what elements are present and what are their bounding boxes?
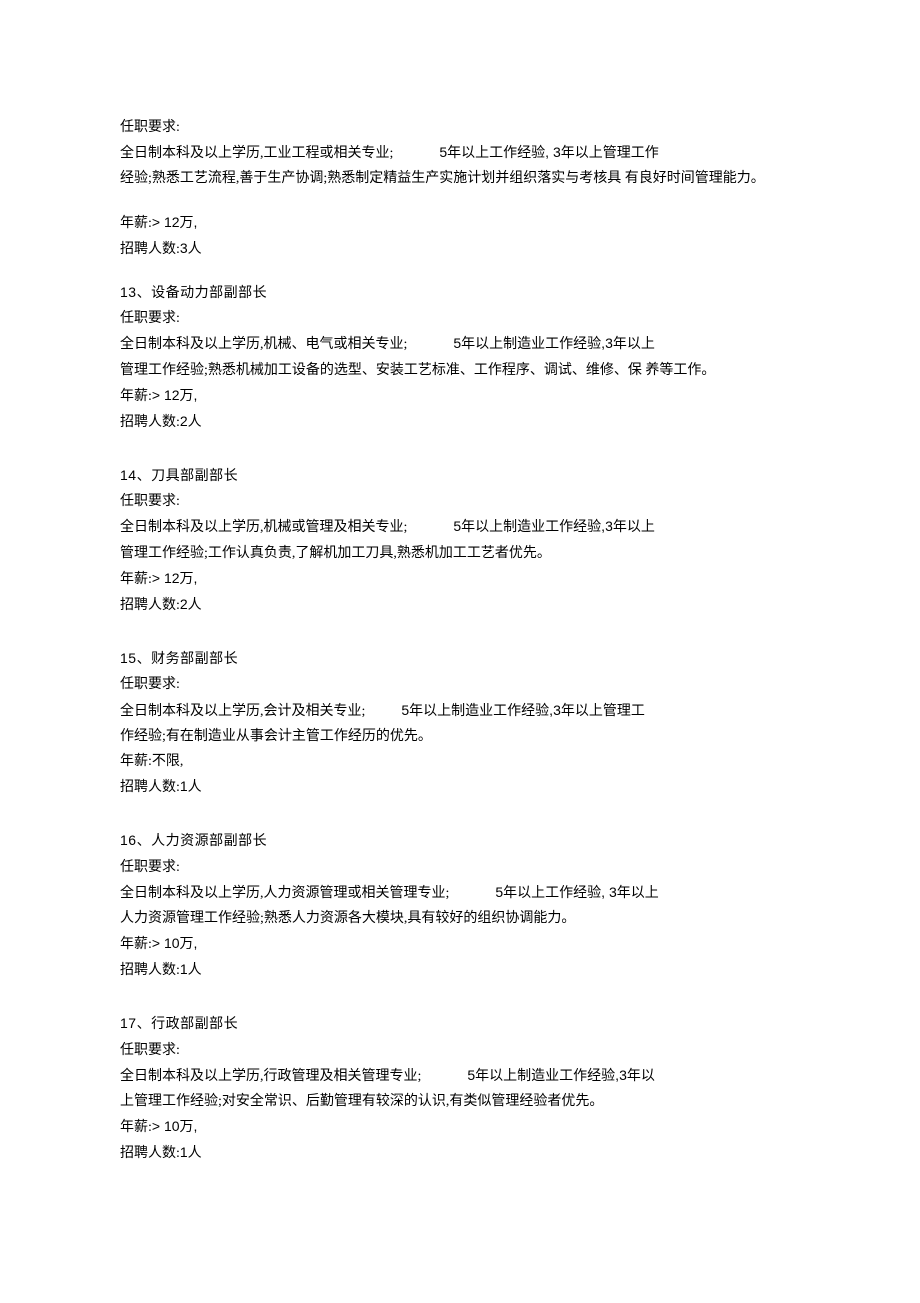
count-label: 招聘人数:	[120, 598, 180, 613]
salary-label: 年薪:	[120, 216, 152, 231]
salary-label: 年薪:	[120, 937, 152, 952]
job-number: 14、	[120, 467, 151, 483]
count-value: 1人	[180, 778, 202, 794]
count-line: 招聘人数:1人	[120, 774, 800, 800]
count-label: 招聘人数:	[120, 415, 180, 430]
job-name: 设备动力部副部长	[151, 286, 267, 301]
requirements-line2: 管理工作经验;熟悉机械加工设备的选型、安装工艺标准、工作程序、调试、维修、保 养…	[120, 358, 800, 383]
job-13-section: 13、设备动力部副部长 任职要求: 全日制本科及以上学历,机械、电气或相关专业;…	[120, 280, 800, 435]
job-name: 财务部副部长	[151, 652, 238, 667]
req-text-a: 全日制本科及以上学历,工业工程或相关专业;	[120, 146, 393, 161]
job-name: 行政部副部长	[151, 1017, 238, 1032]
salary-value: 不限,	[152, 754, 184, 769]
salary-label: 年薪:	[120, 754, 152, 769]
salary-line: 年薪:> 10万,	[120, 931, 800, 957]
job-number: 17、	[120, 1015, 151, 1031]
req-text-b: 5年以上制造业工作经验,3年以	[467, 1067, 654, 1083]
job-number: 15、	[120, 650, 151, 666]
salary-label: 年薪:	[120, 1120, 152, 1135]
requirements-line2: 上管理工作经验;对安全常识、后勤管理有较深的认识,有类似管理经验者优先。	[120, 1089, 800, 1114]
count-value: 1人	[180, 961, 202, 977]
count-label: 招聘人数:	[120, 1146, 180, 1161]
requirements-line1: 全日制本科及以上学历,机械、电气或相关专业; 5年以上制造业工作经验,3年以上	[120, 331, 800, 357]
job-16-section: 16、人力资源部副部长 任职要求: 全日制本科及以上学历,人力资源管理或相关管理…	[120, 828, 800, 983]
req-text-b: 5年以上制造业工作经验,3年以上	[453, 518, 654, 534]
count-line: 招聘人数:1人	[120, 1140, 800, 1166]
count-value: 2人	[180, 413, 202, 429]
salary-value: > 12万,	[152, 214, 198, 230]
salary-value: > 10万,	[152, 935, 198, 951]
requirements-label: 任职要求:	[120, 855, 800, 880]
req-text-a: 全日制本科及以上学历,机械、电气或相关专业;	[120, 337, 407, 352]
req-text-b: 5年以上工作经验, 3年以上管理工作	[439, 144, 658, 160]
job-15-section: 15、财务部副部长 任职要求: 全日制本科及以上学历,会计及相关专业; 5年以上制…	[120, 646, 800, 800]
job-title: 14、刀具部副部长	[120, 463, 800, 489]
count-label: 招聘人数:	[120, 780, 180, 795]
count-label: 招聘人数:	[120, 963, 180, 978]
job-name: 刀具部副部长	[151, 469, 238, 484]
requirements-label: 任职要求:	[120, 306, 800, 331]
req-text-b: 5年以上工作经验, 3年以上	[495, 884, 658, 900]
job-12-section: 任职要求: 全日制本科及以上学历,工业工程或相关专业; 5年以上工作经验, 3年以…	[120, 115, 800, 262]
req-text-a: 全日制本科及以上学历,会计及相关专业;	[120, 704, 365, 719]
count-label: 招聘人数:	[120, 242, 180, 257]
job-title: 17、行政部副部长	[120, 1011, 800, 1037]
count-line: 招聘人数:2人	[120, 592, 800, 618]
job-title: 15、财务部副部长	[120, 646, 800, 672]
req-text-b: 5年以上制造业工作经验,3年以上管理工	[401, 702, 644, 718]
salary-line: 年薪:> 10万,	[120, 1114, 800, 1140]
req-text-b: 5年以上制造业工作经验,3年以上	[453, 335, 654, 351]
requirements-line1: 全日制本科及以上学历,人力资源管理或相关管理专业; 5年以上工作经验, 3年以上	[120, 880, 800, 906]
job-title: 13、设备动力部副部长	[120, 280, 800, 306]
count-line: 招聘人数:2人	[120, 409, 800, 435]
count-value: 2人	[180, 596, 202, 612]
requirements-line2: 人力资源管理工作经验;熟悉人力资源各大模块,具有较好的组织协调能力。	[120, 906, 800, 931]
job-14-section: 14、刀具部副部长 任职要求: 全日制本科及以上学历,机械或管理及相关专业; 5年…	[120, 463, 800, 618]
salary-line: 年薪:> 12万,	[120, 566, 800, 592]
requirements-line1: 全日制本科及以上学历,会计及相关专业; 5年以上制造业工作经验,3年以上管理工	[120, 698, 800, 724]
job-number: 13、	[120, 284, 151, 300]
req-text-a: 全日制本科及以上学历,机械或管理及相关专业;	[120, 520, 407, 535]
job-title: 16、人力资源部副部长	[120, 828, 800, 854]
salary-value: > 12万,	[152, 387, 198, 403]
requirements-label: 任职要求:	[120, 489, 800, 514]
req-text-a: 全日制本科及以上学历,人力资源管理或相关管理专业;	[120, 886, 449, 901]
count-line: 招聘人数:3人	[120, 236, 800, 262]
salary-label: 年薪:	[120, 389, 152, 404]
salary-line: 年薪:不限,	[120, 749, 800, 774]
salary-value: > 10万,	[152, 1118, 198, 1134]
requirements-label: 任职要求:	[120, 672, 800, 697]
salary-value: > 12万,	[152, 570, 198, 586]
requirements-line2: 管理工作经验;工作认真负责,了解机加工刀具,熟悉机加工工艺者优先。	[120, 541, 800, 566]
requirements-line1: 全日制本科及以上学历,行政管理及相关管理专业; 5年以上制造业工作经验,3年以	[120, 1063, 800, 1089]
job-name: 人力资源部副部长	[151, 834, 267, 849]
count-value: 1人	[180, 1144, 202, 1160]
requirements-label: 任职要求:	[120, 1038, 800, 1063]
job-number: 16、	[120, 832, 151, 848]
count-value: 3人	[180, 240, 202, 256]
count-line: 招聘人数:1人	[120, 957, 800, 983]
salary-label: 年薪:	[120, 572, 152, 587]
req-text-a: 全日制本科及以上学历,行政管理及相关管理专业;	[120, 1069, 421, 1084]
salary-line: 年薪:> 12万,	[120, 383, 800, 409]
salary-line: 年薪:> 12万,	[120, 210, 800, 236]
requirements-line2: 经验;熟悉工艺流程,善于生产协调;熟悉制定精益生产实施计划并组织落实与考核具 有…	[120, 166, 800, 191]
requirements-line1: 全日制本科及以上学历,工业工程或相关专业; 5年以上工作经验, 3年以上管理工作	[120, 140, 800, 166]
requirements-line2: 作经验;有在制造业从事会计主管工作经历的优先。	[120, 724, 800, 749]
requirements-line1: 全日制本科及以上学历,机械或管理及相关专业; 5年以上制造业工作经验,3年以上	[120, 514, 800, 540]
job-17-section: 17、行政部副部长 任职要求: 全日制本科及以上学历,行政管理及相关管理专业; 5…	[120, 1011, 800, 1166]
requirements-label: 任职要求:	[120, 115, 800, 140]
